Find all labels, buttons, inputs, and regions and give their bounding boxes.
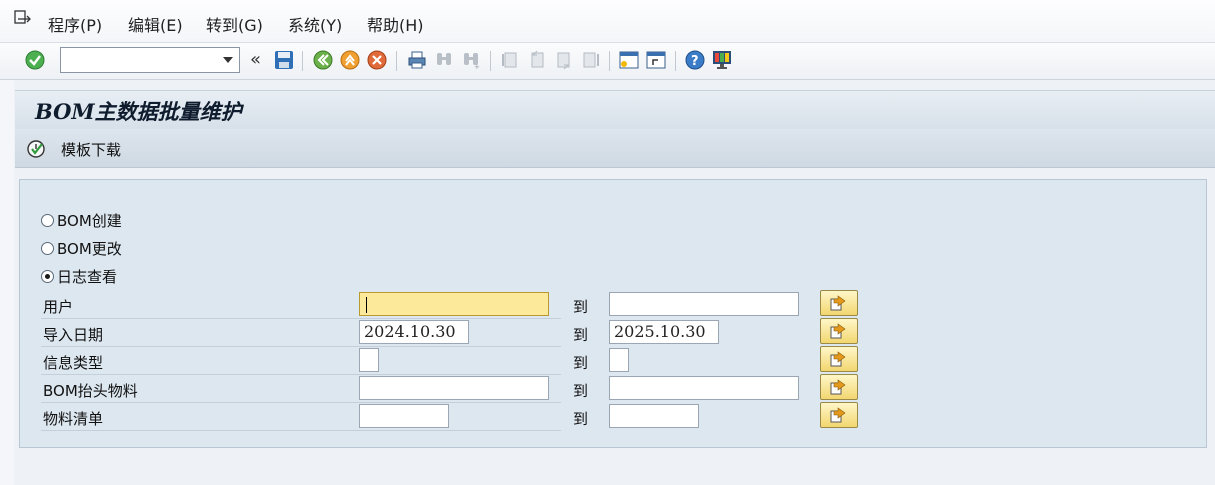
to-label: 到 (573, 354, 589, 372)
message-type-to-input[interactable] (609, 348, 629, 372)
menu-program[interactable]: 程序(P) (48, 12, 102, 36)
option-label: 日志查看 (57, 267, 118, 286)
last-page-icon (580, 49, 602, 71)
option-bom-change[interactable]: BOM更改 (41, 238, 122, 258)
multiple-selection-icon (830, 407, 846, 423)
field-row-user: 用户 到 (41, 290, 858, 319)
svg-text:?: ? (691, 54, 699, 69)
find-icon (433, 49, 455, 71)
field-row-import-date: 导入日期 2024.10.30 到 2025.10.30 (41, 318, 858, 347)
collapse-icon[interactable]: « (250, 51, 261, 69)
page-title: BOM主数据批量维护 (35, 99, 242, 124)
cancel-icon[interactable] (366, 49, 388, 71)
to-label: 到 (573, 298, 589, 316)
header-material-from-input[interactable] (359, 376, 549, 400)
message-type-from-input[interactable] (359, 348, 379, 372)
user-to-input[interactable] (609, 292, 799, 316)
bom-from-input[interactable] (359, 404, 449, 428)
to-label: 到 (573, 326, 589, 344)
radio-button-selected[interactable] (41, 269, 54, 283)
enter-icon[interactable] (24, 49, 46, 71)
create-session-icon[interactable] (618, 49, 640, 71)
command-dropdown-icon[interactable] (223, 57, 233, 63)
multiple-selection-button[interactable] (820, 346, 858, 372)
next-page-icon (553, 49, 575, 71)
template-download-button[interactable]: 模板下载 (61, 139, 121, 160)
standard-toolbar: « + ? (0, 43, 1215, 80)
import-date-from-input[interactable]: 2024.10.30 (359, 320, 469, 344)
field-label: BOM抬头物料 (43, 382, 138, 400)
to-label: 到 (573, 410, 589, 428)
to-label: 到 (573, 382, 589, 400)
help-icon[interactable]: ? (684, 49, 706, 71)
field-label: 物料清单 (43, 410, 104, 428)
left-border (0, 80, 14, 485)
option-bom-create[interactable]: BOM创建 (41, 210, 122, 230)
back-icon[interactable] (312, 49, 334, 71)
previous-page-icon (526, 49, 548, 71)
save-icon[interactable] (273, 49, 295, 71)
menu-help[interactable]: 帮助(H) (367, 12, 424, 36)
header-material-to-input[interactable] (609, 376, 799, 400)
print-icon[interactable] (406, 49, 428, 71)
multiple-selection-icon (830, 379, 846, 395)
menu-edit[interactable]: 编辑(E) (128, 12, 183, 36)
multiple-selection-button[interactable] (820, 318, 858, 344)
multiple-selection-button[interactable] (820, 374, 858, 400)
multiple-selection-button[interactable] (820, 402, 858, 428)
first-page-icon (499, 49, 521, 71)
command-field[interactable] (60, 47, 240, 73)
menu-goto[interactable]: 转到(G) (206, 12, 263, 36)
system-menu-icon[interactable] (14, 10, 32, 26)
option-label: BOM更改 (57, 239, 122, 258)
title-bar: BOM主数据批量维护 (15, 90, 1215, 129)
radio-button[interactable] (41, 213, 54, 227)
exit-icon[interactable] (339, 49, 361, 71)
field-label: 导入日期 (43, 326, 104, 344)
multiple-selection-button[interactable] (820, 290, 858, 316)
find-next-icon: + (460, 49, 482, 71)
selection-panel: BOM创建 BOM更改 日志查看 用户 到 导入日期 2024.10.30 到 … (19, 179, 1207, 448)
field-row-bom: 物料清单 到 (41, 402, 858, 431)
shortcut-icon[interactable] (645, 49, 667, 71)
bom-to-input[interactable] (609, 404, 699, 428)
multiple-selection-icon (830, 351, 846, 367)
menu-bar: 程序(P) 编辑(E) 转到(G) 系统(Y) 帮助(H) (0, 0, 1215, 43)
field-row-message-type: 信息类型 到 (41, 346, 858, 375)
multiple-selection-icon (830, 323, 846, 339)
menu-system[interactable]: 系统(Y) (288, 12, 342, 36)
user-from-input[interactable] (359, 292, 549, 316)
customize-layout-icon[interactable] (711, 49, 733, 71)
radio-button[interactable] (41, 241, 54, 255)
multiple-selection-icon (830, 295, 846, 311)
field-label: 信息类型 (43, 354, 104, 372)
execute-clock-icon[interactable] (26, 139, 46, 159)
field-label: 用户 (43, 298, 74, 316)
option-log-view[interactable]: 日志查看 (41, 266, 117, 286)
import-date-to-input[interactable]: 2025.10.30 (609, 320, 719, 344)
option-label: BOM创建 (57, 211, 122, 230)
svg-text:+: + (474, 63, 480, 70)
field-row-bom-header-material: BOM抬头物料 到 (41, 374, 858, 403)
application-toolbar: 模板下载 (15, 129, 1215, 168)
